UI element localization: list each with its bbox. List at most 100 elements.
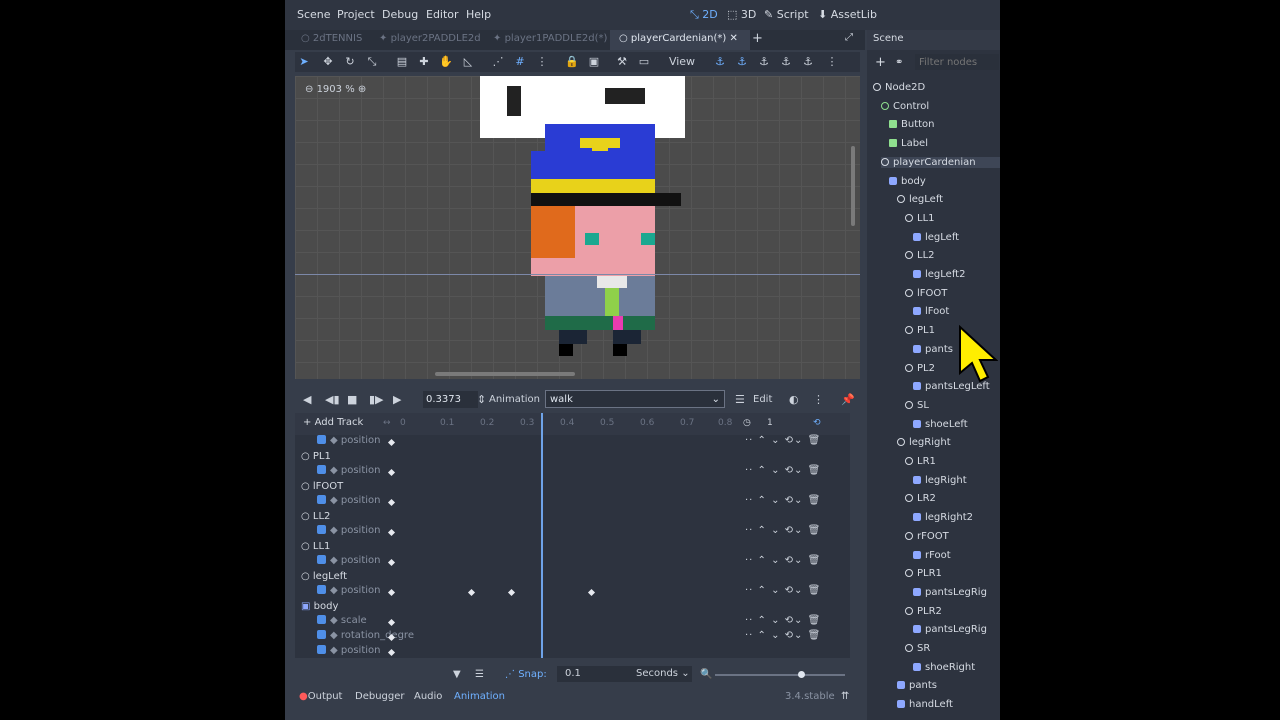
animation-timeline[interactable]: + Add Track ↔ 0 0.1 0.2 0.3 0.4 0.5 0.6 … (295, 413, 850, 658)
rotate-tool-icon[interactable]: ↻ (343, 55, 357, 69)
keyframe[interactable] (507, 588, 516, 597)
view-menu[interactable]: View (667, 55, 697, 69)
keyframe[interactable] (387, 558, 396, 567)
keyframe[interactable] (387, 618, 396, 627)
track-controls[interactable]: ·· ⌃ ⌄ ⟲⌄ 🗑 (745, 465, 821, 476)
move-tool-icon[interactable]: ✥ (321, 55, 335, 69)
keyframe[interactable] (587, 588, 596, 597)
animation-tab[interactable]: Animation (454, 691, 505, 702)
debugger-tab[interactable]: Debugger (355, 691, 405, 702)
key-rot-icon[interactable]: ⚓ (757, 55, 771, 69)
scene-node-lr1[interactable]: LR1 (905, 456, 1000, 467)
track-row[interactable]: ◆ position ·· ⌃ ⌄ ⟲⌄ 🗑 (295, 525, 850, 540)
insert-key-icon[interactable]: ⚓ (801, 55, 815, 69)
timeline-zoom-grabber[interactable] (798, 671, 805, 678)
h-scrollbar[interactable] (435, 372, 575, 376)
lock-icon[interactable]: 🔒 (565, 55, 579, 69)
keyframe[interactable] (387, 438, 396, 447)
add-node-icon[interactable]: + (875, 55, 886, 70)
menu-help[interactable]: Help (466, 8, 491, 21)
zoom-control[interactable]: ⊖ 1903 % ⊕ (305, 84, 366, 95)
pivot-tool-icon[interactable]: ✚ (417, 55, 431, 69)
playhead[interactable] (541, 413, 543, 658)
track-controls[interactable]: ·· ⌃ ⌄ ⟲⌄ 🗑 (745, 585, 821, 596)
loop-icon[interactable]: ⟲ (813, 418, 821, 428)
scene-node-handleft[interactable]: handLeft (897, 699, 1000, 710)
scene-node-legright2[interactable]: legRight2 (913, 512, 1000, 523)
keyframe[interactable] (387, 498, 396, 507)
key-pos-icon[interactable]: ⚓ (735, 55, 749, 69)
scene-node-shoeleft[interactable]: shoeLeft (913, 419, 1000, 430)
track-row[interactable]: ◆ position ·· ⌃ ⌄ ⟲⌄ 🗑 (295, 495, 850, 510)
scene-node-body[interactable]: body (889, 176, 1000, 187)
link-icon[interactable]: ⚭ (895, 57, 903, 68)
key-scale-icon[interactable]: ⚓ (779, 55, 793, 69)
play-from-start-icon[interactable]: ▮▶ (369, 393, 384, 406)
pan-tool-icon[interactable]: ✋ (439, 55, 453, 69)
panel-expand-icon[interactable]: ⇈ (841, 691, 849, 702)
keyframe[interactable] (387, 648, 396, 657)
filter-nodes-input[interactable] (915, 54, 999, 70)
animation-time-input[interactable]: 0.3373 (423, 391, 478, 408)
track-controls[interactable]: ·· ⌃ ⌄ ⟲⌄ 🗑 (745, 495, 821, 506)
timeline-zoom-slider[interactable] (715, 674, 845, 676)
canvas-viewport[interactable]: ⊖ 1903 % ⊕ (295, 76, 860, 379)
v-scrollbar[interactable] (851, 146, 855, 226)
tab-player1paddle[interactable]: ✦ player1PADDLE2d(*) (493, 33, 607, 44)
track-row[interactable]: ◆ rotation_degre ·· ⌃ ⌄ ⟲⌄ 🗑 (295, 630, 850, 645)
onion-skin-icon[interactable]: ◐ (789, 393, 799, 406)
scene-node-plr2[interactable]: PLR2 (905, 606, 1000, 617)
scene-node-legright[interactable]: legRight (913, 475, 1000, 486)
snap-icon[interactable]: ⋰ (491, 55, 505, 69)
keyframe[interactable] (467, 588, 476, 597)
play-backwards-from-end-icon[interactable]: ◀ (303, 393, 311, 406)
scene-node-legright[interactable]: legRight (897, 437, 1000, 448)
scene-node-playercardenian[interactable]: playerCardenian (881, 156, 1000, 168)
scene-node-lfoot[interactable]: lFoot (913, 306, 1000, 317)
add-track-button[interactable]: + Add Track (303, 417, 363, 428)
scene-node-lr2[interactable]: LR2 (905, 493, 1000, 504)
anchor-icon[interactable]: ⚓ (713, 55, 727, 69)
scene-node-pantslegrig[interactable]: pantsLegRig (913, 587, 1000, 598)
tab-player2paddle[interactable]: ✦ player2PADDLE2d (379, 33, 481, 44)
track-row[interactable]: ◆ position (295, 645, 850, 658)
play-backwards-icon[interactable]: ◀▮ (325, 393, 340, 406)
track-controls[interactable]: ·· ⌃ ⌄ ⟲⌄ 🗑 (745, 555, 821, 566)
zoom-fit-icon[interactable]: ↔ (383, 418, 391, 428)
menu-scene[interactable]: Scene (297, 8, 331, 21)
scene-node-node2d[interactable]: Node2D (873, 82, 1000, 93)
keyframe[interactable] (387, 588, 396, 597)
scene-node-sl[interactable]: SL (905, 400, 1000, 411)
scene-node-label[interactable]: Label (889, 138, 1000, 149)
keyframe[interactable] (387, 468, 396, 477)
scene-node-button[interactable]: Button (889, 119, 1000, 130)
mode-3d-button[interactable]: ⬚ 3D (727, 8, 756, 21)
anim-more-icon[interactable]: ⋮ (813, 393, 824, 406)
grid-snap-icon[interactable]: # (513, 55, 527, 69)
snap-unit-select[interactable]: Seconds ⌄ (633, 666, 692, 682)
ruler-tool-icon[interactable]: ◺ (461, 55, 475, 69)
toolbar-more-icon[interactable]: ⋮ (825, 55, 839, 69)
audio-tab[interactable]: Audio (414, 691, 442, 702)
edit-menu[interactable]: Edit (753, 394, 772, 405)
tab-playercardenian[interactable]: ○ playerCardenian(*) ✕ (619, 33, 738, 44)
animation-select[interactable]: walk ⌄ (545, 390, 725, 408)
list-icon[interactable]: ☰ (475, 669, 484, 680)
scene-node-legleft[interactable]: legLeft (897, 194, 1000, 205)
track-controls[interactable]: ·· ⌃ ⌄ ⟲⌄ 🗑 (745, 630, 821, 641)
scene-node-shoeright[interactable]: shoeRight (913, 662, 1000, 673)
scene-node-pants[interactable]: pants (897, 680, 1000, 691)
track-controls[interactable]: ·· ⌃ ⌄ ⟲⌄ 🗑 (745, 435, 821, 446)
track-row[interactable]: ◆ position ·· ⌃ ⌄ ⟲⌄ 🗑 (295, 465, 850, 480)
scale-tool-icon[interactable]: ⤡ (365, 55, 379, 69)
menu-debug[interactable]: Debug (382, 8, 418, 21)
more-icon[interactable]: ⋮ (535, 55, 549, 69)
track-row[interactable]: ◆ position ·· ⌃ ⌄ ⟲⌄ 🗑 (295, 555, 850, 570)
menu-editor[interactable]: Editor (426, 8, 459, 21)
menu-project[interactable]: Project (337, 8, 375, 21)
track-row[interactable]: ◆ scale ·· ⌃ ⌄ ⟲⌄ 🗑 (295, 615, 850, 630)
select-tool-icon[interactable]: ➤ (297, 55, 311, 69)
snap-toggle[interactable]: ⋰ Snap: (505, 669, 547, 680)
scene-node-lfoot[interactable]: lFOOT (905, 288, 1000, 299)
animation-list-icon[interactable]: ☰ (735, 393, 745, 406)
